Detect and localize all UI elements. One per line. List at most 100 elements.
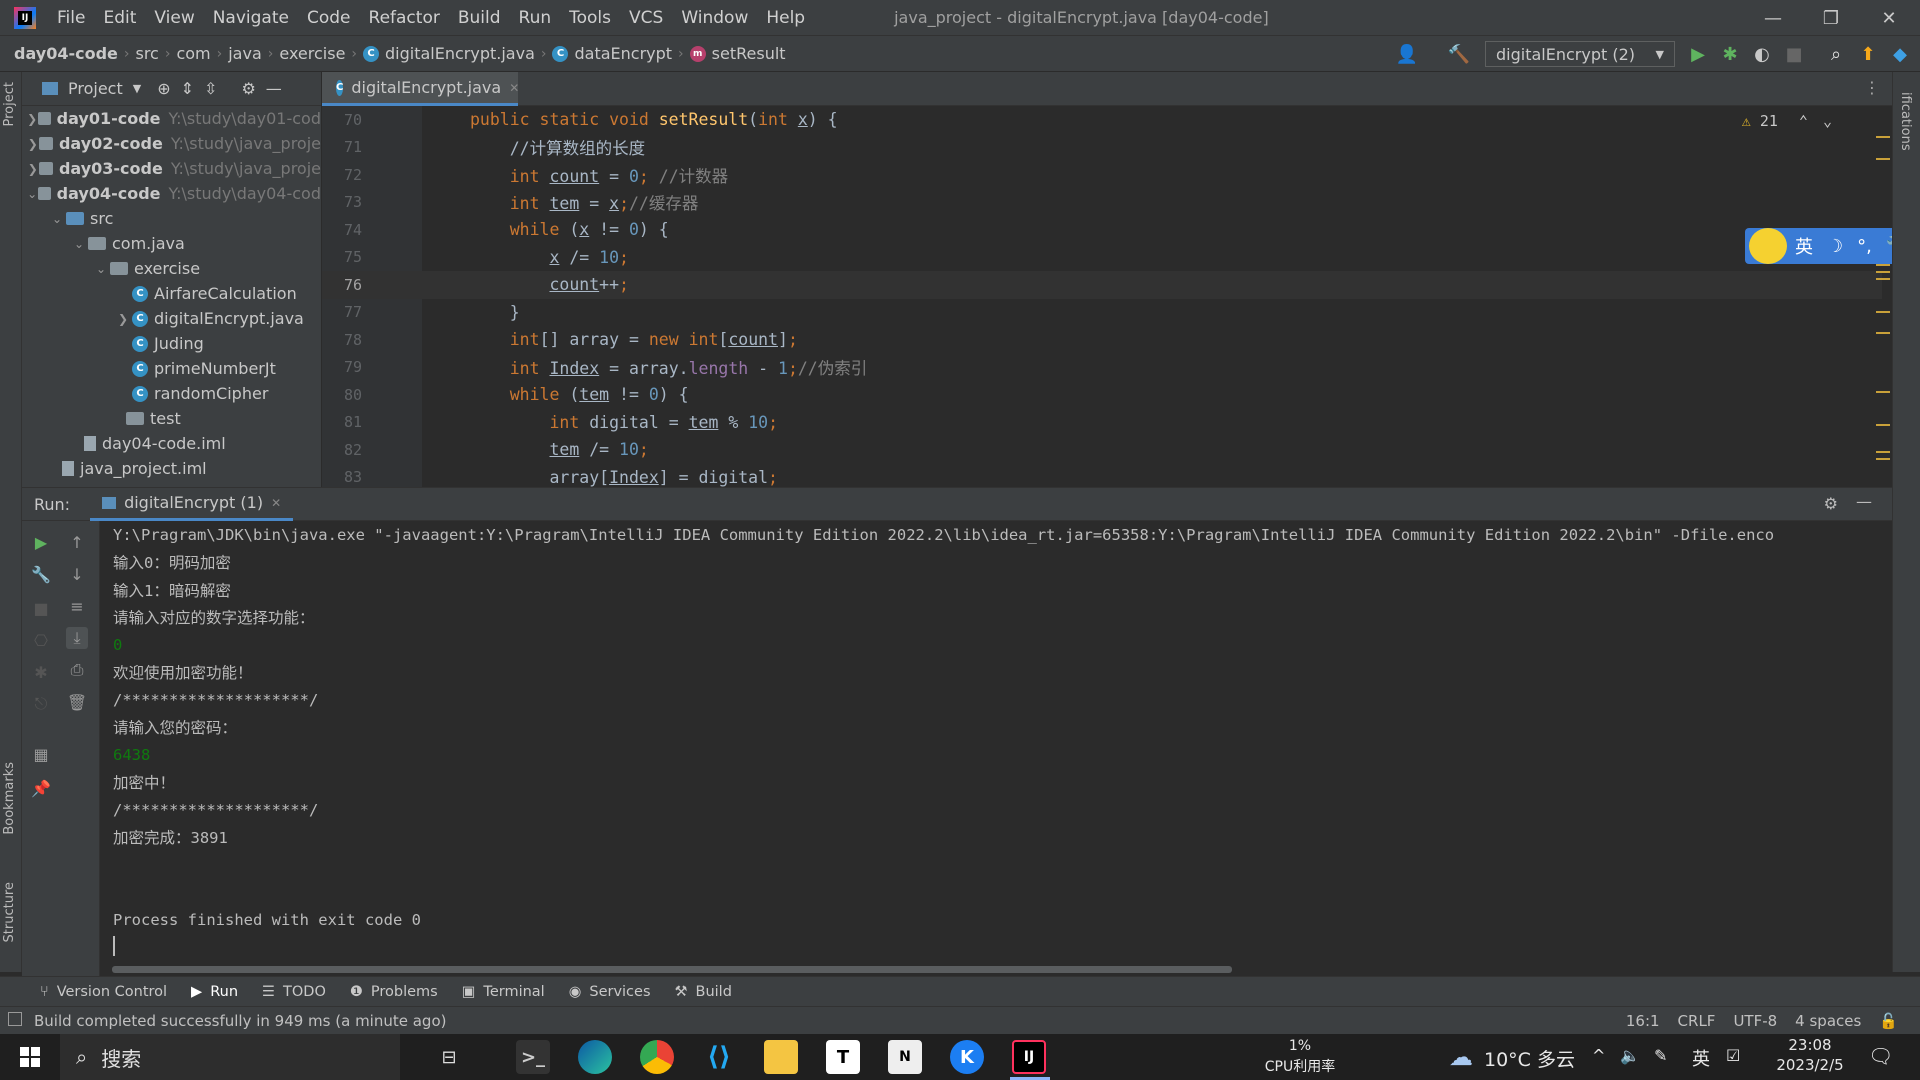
print-icon[interactable]: ⎙	[66, 659, 88, 681]
build-hammer-icon[interactable]: 🔨	[1447, 42, 1471, 66]
weather-text[interactable]: 10°C 多云	[1484, 1045, 1575, 1072]
checkbox-icon[interactable]: ☑	[1726, 1046, 1740, 1065]
collapse-all-icon[interactable]: ⇳	[204, 79, 217, 98]
warning-marker[interactable]	[1876, 458, 1890, 460]
tool-terminal[interactable]: ▣ Terminal	[462, 984, 545, 1000]
more-options-icon[interactable]: ⋮	[1864, 78, 1880, 97]
debug-icon[interactable]: ✱	[1718, 42, 1742, 66]
hide-panel-icon[interactable]: —	[266, 79, 282, 98]
close-tab-icon[interactable]: ✕	[509, 81, 519, 95]
tree-class-airfare[interactable]: C AirfareCalculation	[22, 281, 321, 306]
clock-time[interactable]: 23:08	[1770, 1036, 1850, 1054]
tab-digitalencrypt[interactable]: C digitalEncrypt.java ✕	[322, 72, 519, 106]
menu-window[interactable]: Window	[672, 0, 757, 36]
breadcrumb-method[interactable]: m setResult	[684, 44, 792, 63]
menu-build[interactable]: Build	[449, 0, 510, 36]
weather-cloud-icon[interactable]: ☁	[1444, 1040, 1478, 1074]
caret-position[interactable]: 16:1	[1626, 1012, 1660, 1030]
menu-refactor[interactable]: Refactor	[360, 0, 449, 36]
line-separator[interactable]: CRLF	[1678, 1012, 1716, 1030]
search-icon[interactable]: ⌕	[1824, 42, 1848, 66]
tree-package-com-java[interactable]: ⌄ com.java	[22, 231, 321, 256]
arrow-down-icon[interactable]: ↓	[66, 563, 88, 585]
chevron-down-icon[interactable]: ⌄	[92, 262, 110, 276]
restore-button[interactable]: ❐	[1802, 0, 1860, 36]
stop-icon[interactable]: ■	[1782, 42, 1806, 66]
breadcrumb-java[interactable]: java	[222, 44, 268, 63]
status-message[interactable]: Build completed successfully in 949 ms (…	[0, 1012, 446, 1030]
chevron-right-icon[interactable]: ❯	[26, 112, 38, 126]
tool-version-control[interactable]: ⑂ Version Control	[40, 984, 167, 1000]
inspection-widget[interactable]: ⚠ 21 ⌃ ⌄	[1742, 112, 1832, 130]
notification-center-icon[interactable]: 🗨	[1868, 1044, 1893, 1068]
close-button[interactable]: ✕	[1860, 0, 1918, 36]
menu-view[interactable]: View	[145, 0, 203, 36]
chrome-browser-icon[interactable]	[640, 1040, 674, 1074]
warning-marker[interactable]	[1876, 278, 1890, 280]
chevron-up-icon[interactable]: ⌃	[1799, 112, 1808, 130]
locate-icon[interactable]: ⊕	[157, 79, 170, 98]
tree-folder-src[interactable]: ⌄ src	[22, 206, 321, 231]
breadcrumb-module[interactable]: day04-code	[0, 44, 124, 63]
warning-marker[interactable]	[1876, 424, 1890, 426]
breadcrumb-com[interactable]: com	[170, 44, 216, 63]
debug-icon[interactable]: ✱	[30, 661, 52, 683]
menu-code[interactable]: Code	[298, 0, 360, 36]
project-tool-label[interactable]: Project	[2, 82, 17, 126]
trash-icon[interactable]: 🗑	[66, 691, 88, 713]
menu-vcs[interactable]: VCS	[620, 0, 672, 36]
task-view-icon[interactable]: ⊟	[432, 1040, 466, 1074]
notion-icon[interactable]: N	[888, 1040, 922, 1074]
tree-folder-test[interactable]: test	[22, 406, 321, 431]
lock-icon[interactable]: 🔓	[1879, 1012, 1898, 1030]
notifications-tool-label[interactable]: ifications	[1898, 92, 1913, 151]
tree-class-randomcipher[interactable]: C randomCipher	[22, 381, 321, 406]
coverage-icon[interactable]: ◐	[1750, 42, 1774, 66]
moon-icon[interactable]: ☽	[1827, 236, 1843, 257]
volume-icon[interactable]: 🔈	[1620, 1046, 1640, 1065]
tree-class-digitalencrypt[interactable]: ❯ C digitalEncrypt.java	[22, 306, 321, 331]
ime-indicator[interactable]: 英	[1692, 1045, 1710, 1071]
project-panel-title[interactable]: Project	[68, 79, 123, 98]
status-toggle-icon[interactable]	[8, 1012, 22, 1026]
code-editor[interactable]: 70 public static void setResult(int x) {…	[322, 106, 1892, 487]
hide-panel-icon[interactable]: —	[1856, 492, 1872, 511]
breadcrumb-file[interactable]: C digitalEncrypt.java	[357, 44, 541, 63]
console-horizontal-scrollbar[interactable]	[112, 966, 1232, 973]
editor-scrollbar[interactable]	[1872, 106, 1892, 487]
tree-class-juding[interactable]: C Juding	[22, 331, 321, 356]
terminal-app-icon[interactable]: >_	[516, 1040, 550, 1074]
warning-marker[interactable]	[1876, 136, 1890, 138]
warning-marker[interactable]	[1876, 391, 1890, 393]
pin-icon[interactable]: 📌	[30, 777, 52, 799]
exit-icon[interactable]: ⎋	[30, 693, 52, 715]
bookmarks-tool-label[interactable]: Bookmarks	[2, 762, 17, 835]
close-tab-icon[interactable]: ✕	[271, 496, 281, 510]
tree-class-primenumber[interactable]: C primeNumberJt	[22, 356, 321, 381]
warning-marker[interactable]	[1876, 264, 1890, 266]
stop-icon[interactable]: ■	[30, 597, 52, 619]
wrench-icon[interactable]: 🔧	[30, 563, 52, 585]
user-icon[interactable]: 👤	[1395, 42, 1419, 66]
kugou-music-icon[interactable]: K	[950, 1040, 984, 1074]
menu-file[interactable]: File	[48, 0, 94, 36]
ime-language-toggle[interactable]: 英	[1795, 233, 1813, 259]
tool-services[interactable]: ◉ Services	[569, 984, 651, 1000]
tree-file-day04-iml[interactable]: day04-code.iml	[22, 431, 321, 456]
tool-run[interactable]: ▶ Run	[191, 984, 238, 1000]
breadcrumb-exercise[interactable]: exercise	[273, 44, 351, 63]
run-configuration-select[interactable]: digitalEncrypt (2) ▼	[1485, 41, 1675, 67]
file-explorer-icon[interactable]	[764, 1040, 798, 1074]
run-icon[interactable]: ▶	[1686, 42, 1710, 66]
gear-icon[interactable]: ⚙	[241, 79, 255, 98]
typora-icon[interactable]: T	[826, 1040, 860, 1074]
vscode-icon[interactable]: ⟨⟩	[702, 1040, 736, 1074]
layout-icon[interactable]: ▦	[30, 743, 52, 765]
chevron-down-icon[interactable]: ⌄	[48, 212, 66, 226]
tree-package-exercise[interactable]: ⌄ exercise	[22, 256, 321, 281]
clock-date[interactable]: 2023/2/5	[1770, 1056, 1850, 1074]
breadcrumb-src[interactable]: src	[129, 44, 164, 63]
breadcrumb-class[interactable]: C dataEncrypt	[546, 44, 678, 63]
rerun-icon[interactable]: ▶	[30, 531, 52, 553]
ime-mascot-icon[interactable]	[1749, 228, 1787, 264]
